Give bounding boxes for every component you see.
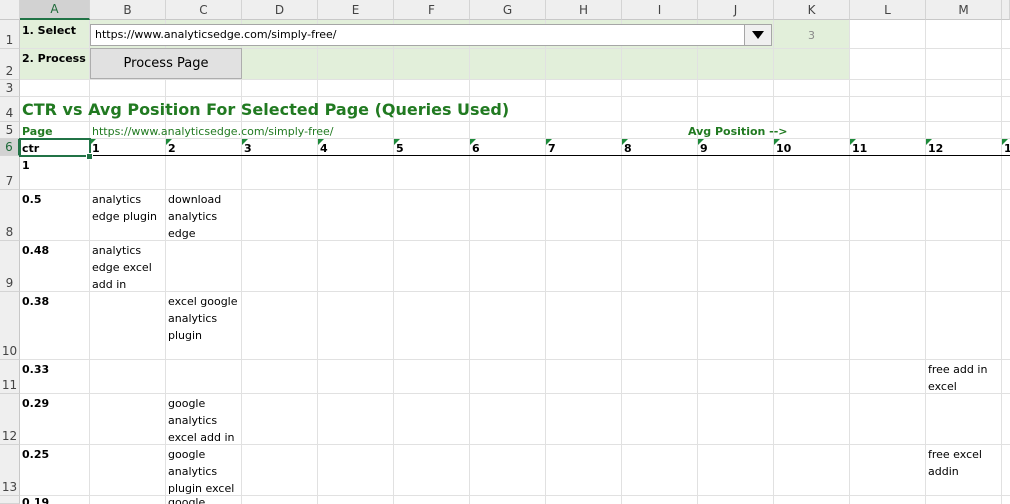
column-header-i[interactable]: I xyxy=(622,0,698,20)
active-cell[interactable] xyxy=(19,138,91,157)
row-header-8[interactable]: 8 xyxy=(0,190,20,241)
position-header: 6 xyxy=(472,142,480,155)
position-header: 7 xyxy=(548,142,556,155)
position-header: 9 xyxy=(700,142,708,155)
process-label: 2. Process xyxy=(22,52,86,65)
column-header-a[interactable]: A xyxy=(20,0,90,20)
row-header-13[interactable]: 13 xyxy=(0,445,20,496)
query-cell: google xyxy=(168,496,206,504)
row-header-6[interactable]: 6 xyxy=(0,139,20,156)
ctr-value: 0.48 xyxy=(22,244,50,257)
position-header: 12 xyxy=(928,142,944,155)
page-url-label: https://www.analyticsedge.com/simply-fre… xyxy=(92,125,334,138)
query-cell: download analytics edge xyxy=(168,193,222,240)
chevron-down-icon xyxy=(752,31,764,39)
page-url-dropdown[interactable]: https://www.analyticsedge.com/simply-fre… xyxy=(90,24,772,46)
query-cell: excel google analytics plugin xyxy=(168,295,238,342)
position-header: 4 xyxy=(320,142,328,155)
column-header-l[interactable]: L xyxy=(850,0,926,20)
column-header-m[interactable]: M xyxy=(926,0,1002,20)
position-header: 8 xyxy=(624,142,632,155)
ctr-value: 0.5 xyxy=(22,193,42,206)
row-header-3[interactable]: 3 xyxy=(0,80,20,97)
row-header-2[interactable]: 2 xyxy=(0,49,20,80)
ctr-value: 0.38 xyxy=(22,295,50,308)
report-title: CTR vs Avg Position For Selected Page (Q… xyxy=(22,100,510,119)
query-cell: analytics edge plugin xyxy=(92,193,158,223)
position-header: 5 xyxy=(396,142,404,155)
row-header-10[interactable]: 10 xyxy=(0,292,20,360)
row-header-11[interactable]: 11 xyxy=(0,360,20,394)
column-header-h[interactable]: H xyxy=(546,0,622,20)
column-header-k[interactable]: K xyxy=(774,0,850,20)
ctr-value: 0.29 xyxy=(22,397,50,410)
query-cell: google analytics plugin excel xyxy=(168,448,235,495)
column-header-e[interactable]: E xyxy=(318,0,394,20)
position-header: 1 xyxy=(1004,142,1010,155)
column-header-b[interactable]: B xyxy=(90,0,166,20)
row-header-12[interactable]: 12 xyxy=(0,394,20,445)
fill-handle[interactable] xyxy=(86,153,93,160)
position-header: 2 xyxy=(168,142,176,155)
query-cell: free add in excel xyxy=(928,363,988,393)
query-cell: google analytics excel add in xyxy=(168,397,235,444)
row-header-9[interactable]: 9 xyxy=(0,241,20,292)
selected-index-value: 3 xyxy=(808,29,815,42)
row-header-14[interactable] xyxy=(0,496,20,504)
select-all-corner[interactable] xyxy=(0,0,20,20)
ctr-value: 0.19 xyxy=(22,496,50,504)
row-header-7[interactable]: 7 xyxy=(0,156,20,190)
page-url-value: https://www.analyticsedge.com/simply-fre… xyxy=(95,28,337,41)
row-header-1[interactable]: 1 xyxy=(0,20,20,49)
query-cell: analytics edge excel add in xyxy=(92,244,152,291)
ctr-value: 1 xyxy=(22,159,30,172)
process-page-button[interactable]: Process Page xyxy=(90,48,242,79)
column-header-d[interactable]: D xyxy=(242,0,318,20)
column-header-f[interactable]: F xyxy=(394,0,470,20)
ctr-value: 0.25 xyxy=(22,448,50,461)
column-header-c[interactable]: C xyxy=(166,0,242,20)
row-header-5[interactable]: 5 xyxy=(0,122,20,139)
ctr-value: 0.33 xyxy=(22,363,50,376)
dropdown-arrow-button[interactable] xyxy=(744,25,771,45)
select-label: 1. Select xyxy=(22,24,77,37)
query-cell: free excel addin xyxy=(928,448,982,478)
position-header: 3 xyxy=(244,142,252,155)
spreadsheet: A B C D E F G H I J K L M 1 2 3 4 5 6 7 … xyxy=(0,0,1010,504)
position-header: 11 xyxy=(852,142,868,155)
row-header-4[interactable]: 4 xyxy=(0,97,20,122)
column-header-g[interactable]: G xyxy=(470,0,546,20)
column-header-j[interactable]: J xyxy=(698,0,774,20)
column-header-n[interactable] xyxy=(1002,0,1010,20)
position-header: 10 xyxy=(776,142,792,155)
